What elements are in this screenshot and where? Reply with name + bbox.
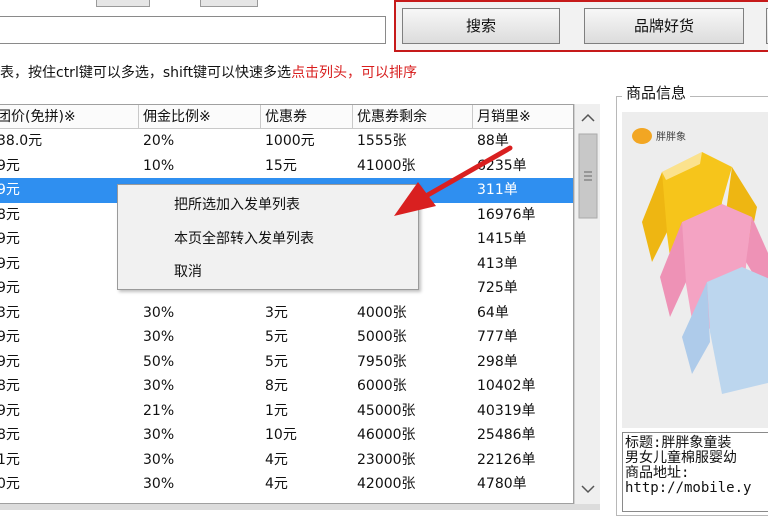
annotation-arrow-icon xyxy=(394,145,513,216)
